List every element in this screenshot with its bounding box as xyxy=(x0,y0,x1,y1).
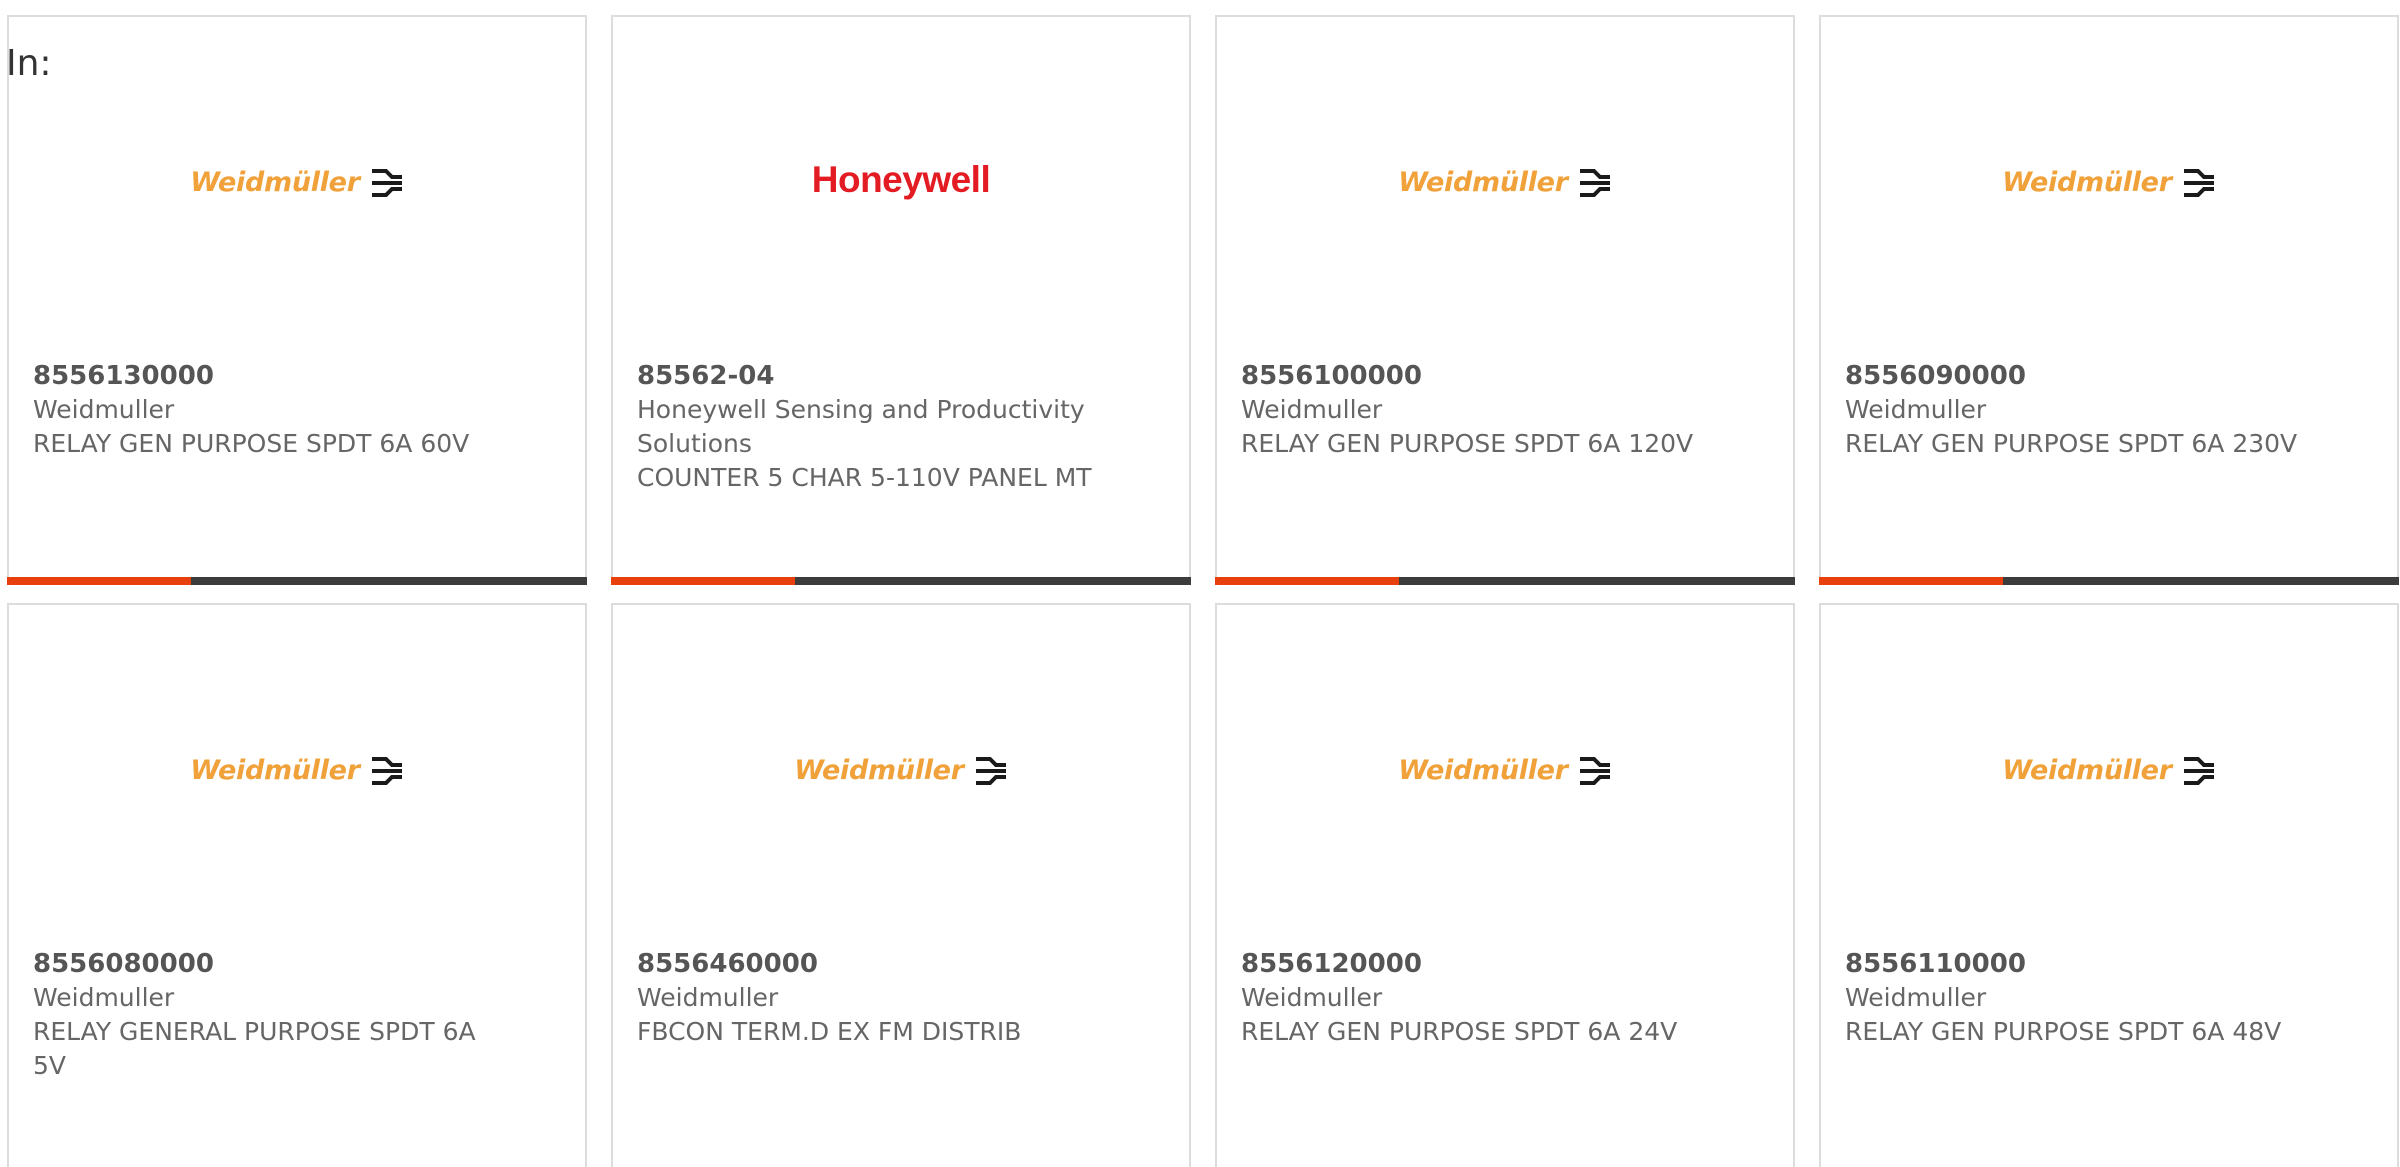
product-grid: Weidmüller 8556130000 Weidmuller RELAY G… xyxy=(7,15,2399,1167)
weidmuller-logo-icon xyxy=(2183,756,2214,785)
part-number[interactable]: 8556130000 xyxy=(33,359,493,393)
card-accent-bar xyxy=(1819,577,2003,585)
manufacturer-name: Weidmuller xyxy=(637,983,779,1012)
part-number[interactable]: 8556080000 xyxy=(33,947,493,981)
card-accent-bar xyxy=(7,577,191,585)
product-description: RELAY GENERAL PURPOSE SPDT 6A 5V xyxy=(33,1017,476,1080)
weidmuller-logo-text: Weidmüller xyxy=(190,167,360,198)
manufacturer-logo: Weidmüller xyxy=(1217,755,1793,805)
product-info: 8556120000 Weidmuller RELAY GEN PURPOSE … xyxy=(1241,947,1701,1049)
card-bottom-bar xyxy=(1819,577,2399,585)
manufacturer-name: Weidmuller xyxy=(1845,983,1987,1012)
product-description: FBCON TERM.D EX FM DISTRIB xyxy=(637,1017,1022,1046)
manufacturer-logo: Weidmüller xyxy=(1217,167,1793,217)
weidmuller-logo-icon xyxy=(975,756,1006,785)
manufacturer-name: Weidmuller xyxy=(1845,395,1987,424)
manufacturer-name: Weidmuller xyxy=(33,395,175,424)
manufacturer-logo: Weidmüller xyxy=(1821,167,2397,217)
weidmuller-logo-text: Weidmüller xyxy=(1398,755,1568,786)
product-description: RELAY GEN PURPOSE SPDT 6A 48V xyxy=(1845,1017,2282,1046)
product-card[interactable]: Weidmüller 8556120000 Weidmuller RELAY G… xyxy=(1215,603,1795,1167)
product-card[interactable]: Honeywell 85562-04 Honeywell Sensing and… xyxy=(611,15,1191,585)
product-card[interactable]: Weidmüller 8556110000 Weidmuller RELAY G… xyxy=(1819,603,2399,1167)
part-number[interactable]: 8556100000 xyxy=(1241,359,1701,393)
card-accent-bar xyxy=(611,577,795,585)
weidmuller-logo-text: Weidmüller xyxy=(190,755,360,786)
card-bottom-bar xyxy=(7,577,587,585)
weidmuller-logo-icon xyxy=(371,168,402,197)
product-info: 8556460000 Weidmuller FBCON TERM.D EX FM… xyxy=(637,947,1097,1049)
part-number[interactable]: 8556090000 xyxy=(1845,359,2305,393)
filter-in-label: In: xyxy=(6,43,52,84)
product-description: RELAY GEN PURPOSE SPDT 6A 24V xyxy=(1241,1017,1678,1046)
manufacturer-name: Weidmuller xyxy=(1241,395,1383,424)
product-info: 8556100000 Weidmuller RELAY GEN PURPOSE … xyxy=(1241,359,1701,461)
weidmuller-logo-icon xyxy=(1579,168,1610,197)
manufacturer-logo: Honeywell xyxy=(613,159,1189,217)
manufacturer-name: Weidmuller xyxy=(1241,983,1383,1012)
part-number[interactable]: 85562-04 xyxy=(637,359,1097,393)
weidmuller-logo-text: Weidmüller xyxy=(1398,167,1568,198)
manufacturer-name: Weidmuller xyxy=(33,983,175,1012)
weidmuller-logo-text: Weidmüller xyxy=(2002,755,2172,786)
weidmuller-logo-icon xyxy=(1579,756,1610,785)
card-bottom-bar xyxy=(611,577,1191,585)
card-accent-bar xyxy=(1215,577,1399,585)
product-description: COUNTER 5 CHAR 5-110V PANEL MT xyxy=(637,463,1092,492)
product-card[interactable]: Weidmüller 8556100000 Weidmuller RELAY G… xyxy=(1215,15,1795,585)
manufacturer-logo: Weidmüller xyxy=(1821,755,2397,805)
weidmuller-logo-icon xyxy=(2183,168,2214,197)
product-description: RELAY GEN PURPOSE SPDT 6A 120V xyxy=(1241,429,1694,458)
weidmuller-logo-text: Weidmüller xyxy=(794,755,964,786)
honeywell-logo-icon: Honeywell xyxy=(811,159,991,200)
product-info: 8556130000 Weidmuller RELAY GEN PURPOSE … xyxy=(33,359,493,461)
product-card[interactable]: Weidmüller 8556460000 Weidmuller FBCON T… xyxy=(611,603,1191,1167)
part-number[interactable]: 8556460000 xyxy=(637,947,1097,981)
card-bottom-bar xyxy=(1215,577,1795,585)
part-number[interactable]: 8556120000 xyxy=(1241,947,1701,981)
weidmuller-logo-text: Weidmüller xyxy=(2002,167,2172,198)
manufacturer-logo: Weidmüller xyxy=(613,755,1189,805)
product-card[interactable]: Weidmüller 8556130000 Weidmuller RELAY G… xyxy=(7,15,587,585)
manufacturer-logo: Weidmüller xyxy=(9,755,585,805)
product-info: 8556080000 Weidmuller RELAY GENERAL PURP… xyxy=(33,947,493,1083)
product-info: 8556090000 Weidmuller RELAY GEN PURPOSE … xyxy=(1845,359,2305,461)
manufacturer-name: Honeywell Sensing and Productivity Solut… xyxy=(637,395,1085,458)
product-card[interactable]: Weidmüller 8556080000 Weidmuller RELAY G… xyxy=(7,603,587,1167)
manufacturer-logo: Weidmüller xyxy=(9,167,585,217)
product-info: 85562-04 Honeywell Sensing and Productiv… xyxy=(637,359,1097,495)
product-card[interactable]: Weidmüller 8556090000 Weidmuller RELAY G… xyxy=(1819,15,2399,585)
product-description: RELAY GEN PURPOSE SPDT 6A 60V xyxy=(33,429,470,458)
part-number[interactable]: 8556110000 xyxy=(1845,947,2305,981)
product-description: RELAY GEN PURPOSE SPDT 6A 230V xyxy=(1845,429,2298,458)
weidmuller-logo-icon xyxy=(371,756,402,785)
product-results-page: In: Weidmüller 8556130000 Weidmuller REL… xyxy=(0,0,2400,1167)
product-info: 8556110000 Weidmuller RELAY GEN PURPOSE … xyxy=(1845,947,2305,1049)
